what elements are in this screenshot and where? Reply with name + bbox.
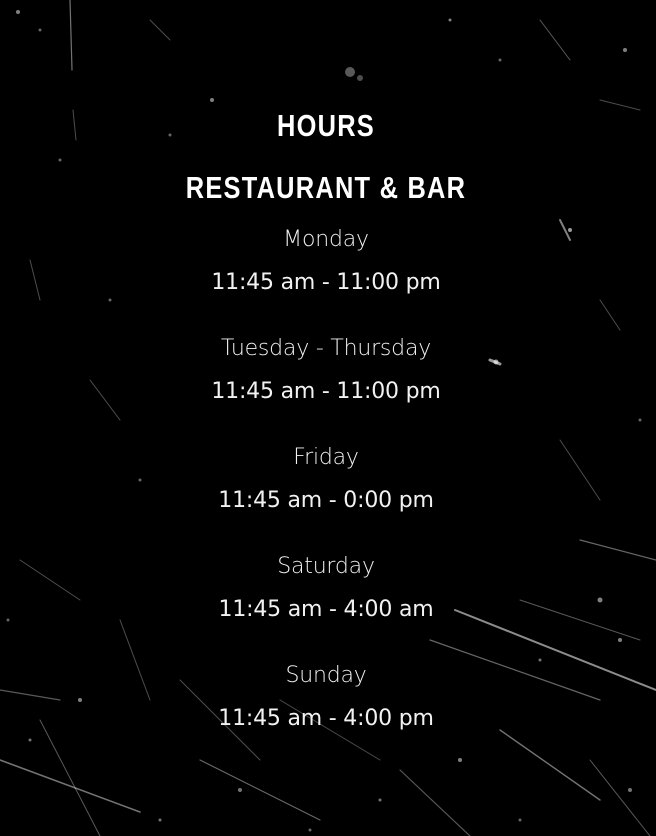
hours-heading: HOURS — [277, 108, 375, 143]
hours-entry-friday: Friday 11:45 am - 0:00 pm — [0, 441, 652, 550]
time-range: 11:45 am - 4:00 am — [218, 597, 434, 622]
day-label: Sunday — [285, 663, 367, 688]
time-range: 11:45 am - 0:00 pm — [218, 488, 434, 513]
day-label: Tuesday - Thursday — [220, 336, 432, 361]
day-label: Friday — [293, 445, 359, 470]
time-range: 11:45 am - 4:00 pm — [218, 706, 434, 731]
hours-entry-saturday: Saturday 11:45 am - 4:00 am — [0, 550, 652, 659]
hours-entry-monday: Monday 11:45 am - 11:00 pm — [0, 223, 652, 332]
hours-list: Monday 11:45 am - 11:00 pm Tuesday - Thu… — [0, 223, 652, 768]
section-title: RESTAURANT & BAR — [185, 170, 467, 205]
hours-entry-tuesday-thursday: Tuesday - Thursday 11:45 am - 11:00 pm — [0, 332, 652, 441]
time-range: 11:45 am - 11:00 pm — [211, 270, 441, 295]
day-label: Saturday — [277, 554, 375, 579]
hours-entry-sunday: Sunday 11:45 am - 4:00 pm — [0, 659, 652, 768]
day-label: Monday — [283, 227, 369, 252]
hours-panel: HOURS RESTAURANT & BAR Monday 11:45 am -… — [0, 0, 656, 836]
time-range: 11:45 am - 11:00 pm — [211, 379, 441, 404]
